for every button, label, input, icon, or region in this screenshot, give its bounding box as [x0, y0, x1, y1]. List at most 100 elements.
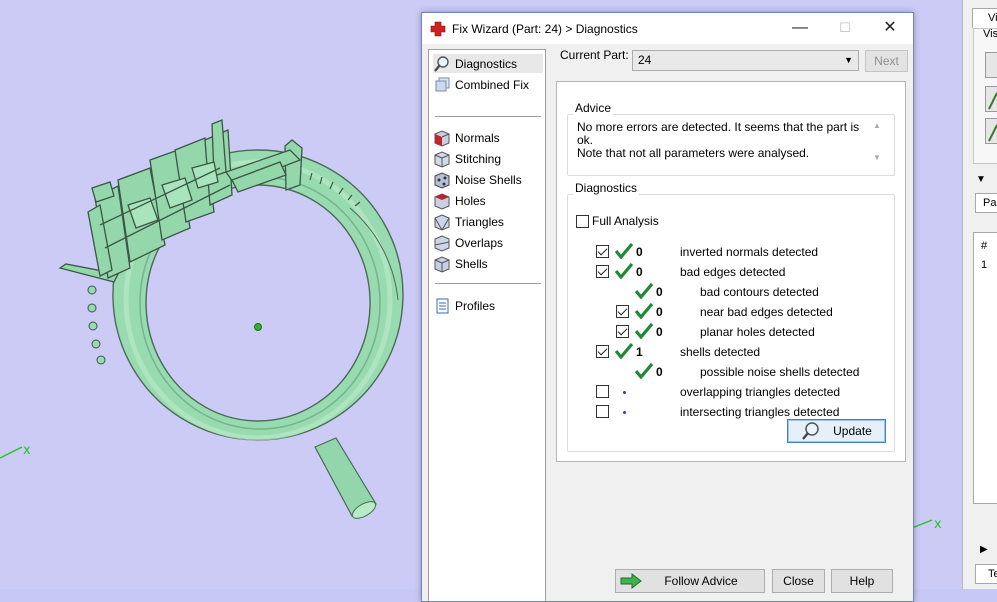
- collapse-arrow-icon[interactable]: ▼: [976, 174, 986, 185]
- diagnostics-title: Diagnostics: [573, 181, 640, 195]
- red-cube-icon: [434, 129, 450, 147]
- check-icon: [635, 283, 653, 299]
- bad-edges-label: bad edges detected: [680, 265, 786, 279]
- view-button-2[interactable]: [985, 86, 997, 112]
- nav-item-overlaps[interactable]: Overlaps: [433, 233, 543, 252]
- nav-item-profiles[interactable]: Profiles: [433, 296, 543, 315]
- planar-holes-checkbox[interactable]: [616, 325, 629, 338]
- triangle-cube-icon: [434, 213, 450, 231]
- shell-cube-icon: [434, 255, 450, 273]
- nav-label: Combined Fix: [455, 77, 530, 92]
- current-part-value: 24: [638, 53, 652, 67]
- nav-item-stitching[interactable]: Stitching: [433, 149, 543, 168]
- expand-arrow-icon[interactable]: ▶: [980, 544, 988, 555]
- stitch-cube-icon: [434, 150, 450, 168]
- nav-label: Noise Shells: [455, 172, 522, 187]
- axis-line-right: [911, 519, 933, 529]
- wizard-nav: Diagnostics Combined Fix Normals Stitchi…: [428, 49, 546, 601]
- view-button-1[interactable]: [985, 52, 997, 78]
- dialog-title: Fix Wizard (Part: 24) > Diagnostics: [452, 22, 638, 36]
- parts-list[interactable]: [973, 232, 997, 504]
- intersecting-triangles-checkbox[interactable]: [596, 405, 609, 418]
- help-button[interactable]: Help: [831, 569, 893, 593]
- noise-shells-label: possible noise shells detected: [700, 365, 860, 379]
- scroll-up-icon[interactable]: ▲: [873, 121, 881, 130]
- nav-label: Stitching: [455, 151, 502, 166]
- update-button[interactable]: Update: [787, 419, 886, 443]
- shells-checkbox[interactable]: [596, 345, 609, 358]
- nav-label: Normals: [455, 130, 500, 145]
- nav-item-shells[interactable]: Shells: [433, 254, 543, 273]
- nav-item-combined-fix[interactable]: Combined Fix: [433, 75, 543, 94]
- axis-line-left: [0, 446, 23, 459]
- nav-item-normals[interactable]: Normals: [433, 128, 543, 147]
- nav-label: Shells: [455, 256, 488, 271]
- current-part-select[interactable]: 24 ▼: [632, 50, 859, 71]
- ring-setting: [58, 119, 303, 283]
- full-analysis-checkbox[interactable]: [576, 215, 589, 228]
- follow-advice-label: Follow Advice: [664, 574, 738, 588]
- bad-contours-count: 0: [656, 285, 663, 299]
- tab-parts[interactable]: Par: [975, 193, 997, 213]
- check-icon: [615, 263, 633, 279]
- triangle-icon: [988, 124, 997, 142]
- minimize-button[interactable]: —: [786, 17, 814, 39]
- overlapping-triangles-checkbox[interactable]: [596, 385, 609, 398]
- chevron-down-icon: ▼: [844, 55, 853, 65]
- near-bad-edges-label: near bad edges detected: [700, 305, 833, 319]
- nav-item-holes[interactable]: Holes: [433, 191, 543, 210]
- current-part-label: Current Part:: [560, 48, 629, 62]
- full-analysis-label: Full Analysis: [592, 214, 659, 228]
- document-icon: [436, 298, 449, 313]
- cube-stack-icon: [435, 77, 450, 91]
- magnifier-icon: [802, 422, 819, 440]
- nav-divider: [435, 116, 541, 117]
- close-window-button[interactable]: ✕: [876, 17, 904, 39]
- inverted-normals-count: 0: [636, 245, 643, 259]
- fix-wizard-dialog: Fix Wizard (Part: 24) > Diagnostics — ☐ …: [421, 12, 914, 602]
- dialog-titlebar[interactable]: Fix Wizard (Part: 24) > Diagnostics — ☐ …: [422, 13, 913, 44]
- nav-label: Triangles: [455, 214, 504, 229]
- noise-shells-count: 0: [656, 365, 663, 379]
- advice-text: No more errors are detected. It seems th…: [577, 121, 867, 160]
- tab-visual[interactable]: Vi: [972, 8, 997, 28]
- diagnostics-panel: Advice No more errors are detected. It s…: [556, 81, 906, 462]
- advice-scrollbar[interactable]: ▲ ▼: [870, 120, 886, 166]
- check-icon: [635, 303, 653, 319]
- axis-x-label: x: [23, 443, 31, 458]
- nav-item-noise-shells[interactable]: Noise Shells: [433, 170, 543, 189]
- planar-holes-label: planar holes detected: [700, 325, 815, 339]
- update-label: Update: [833, 424, 872, 438]
- view-button-3[interactable]: [985, 118, 997, 144]
- pending-dot-icon: [623, 411, 626, 414]
- advice-line-2: Note that not all parameters were analys…: [577, 146, 810, 160]
- bad-contours-label: bad contours detected: [700, 285, 819, 299]
- follow-advice-button[interactable]: Follow Advice: [615, 569, 765, 593]
- overlap-cube-icon: [434, 234, 450, 252]
- check-icon: [615, 243, 633, 259]
- axis-x-label-right: x: [934, 517, 942, 532]
- bad-edges-checkbox[interactable]: [596, 265, 609, 278]
- nav-label: Profiles: [455, 298, 496, 313]
- arrow-right-icon: [620, 573, 642, 589]
- red-cross-icon: [430, 21, 446, 37]
- tab-text[interactable]: Te: [975, 564, 997, 584]
- nav-label: Holes: [455, 193, 486, 208]
- scroll-down-icon[interactable]: ▼: [873, 153, 881, 162]
- close-button[interactable]: Close: [772, 569, 825, 593]
- shells-count: 1: [636, 345, 643, 359]
- inverted-normals-checkbox[interactable]: [596, 245, 609, 258]
- ring-pin: [314, 437, 377, 519]
- next-button[interactable]: Next: [865, 50, 908, 72]
- nav-item-triangles[interactable]: Triangles: [433, 212, 543, 231]
- check-icon: [635, 323, 653, 339]
- maximize-button[interactable]: ☐: [831, 17, 859, 39]
- visibility-label: Vis: [983, 28, 997, 40]
- inverted-normals-label: inverted normals detected: [680, 245, 819, 259]
- near-bad-edges-checkbox[interactable]: [616, 305, 629, 318]
- nav-item-diagnostics[interactable]: Diagnostics: [433, 54, 543, 73]
- check-icon: [615, 343, 633, 359]
- parts-list-row[interactable]: 1: [981, 259, 987, 271]
- nav-label: Overlaps: [455, 235, 504, 250]
- pivot-point: [254, 323, 262, 331]
